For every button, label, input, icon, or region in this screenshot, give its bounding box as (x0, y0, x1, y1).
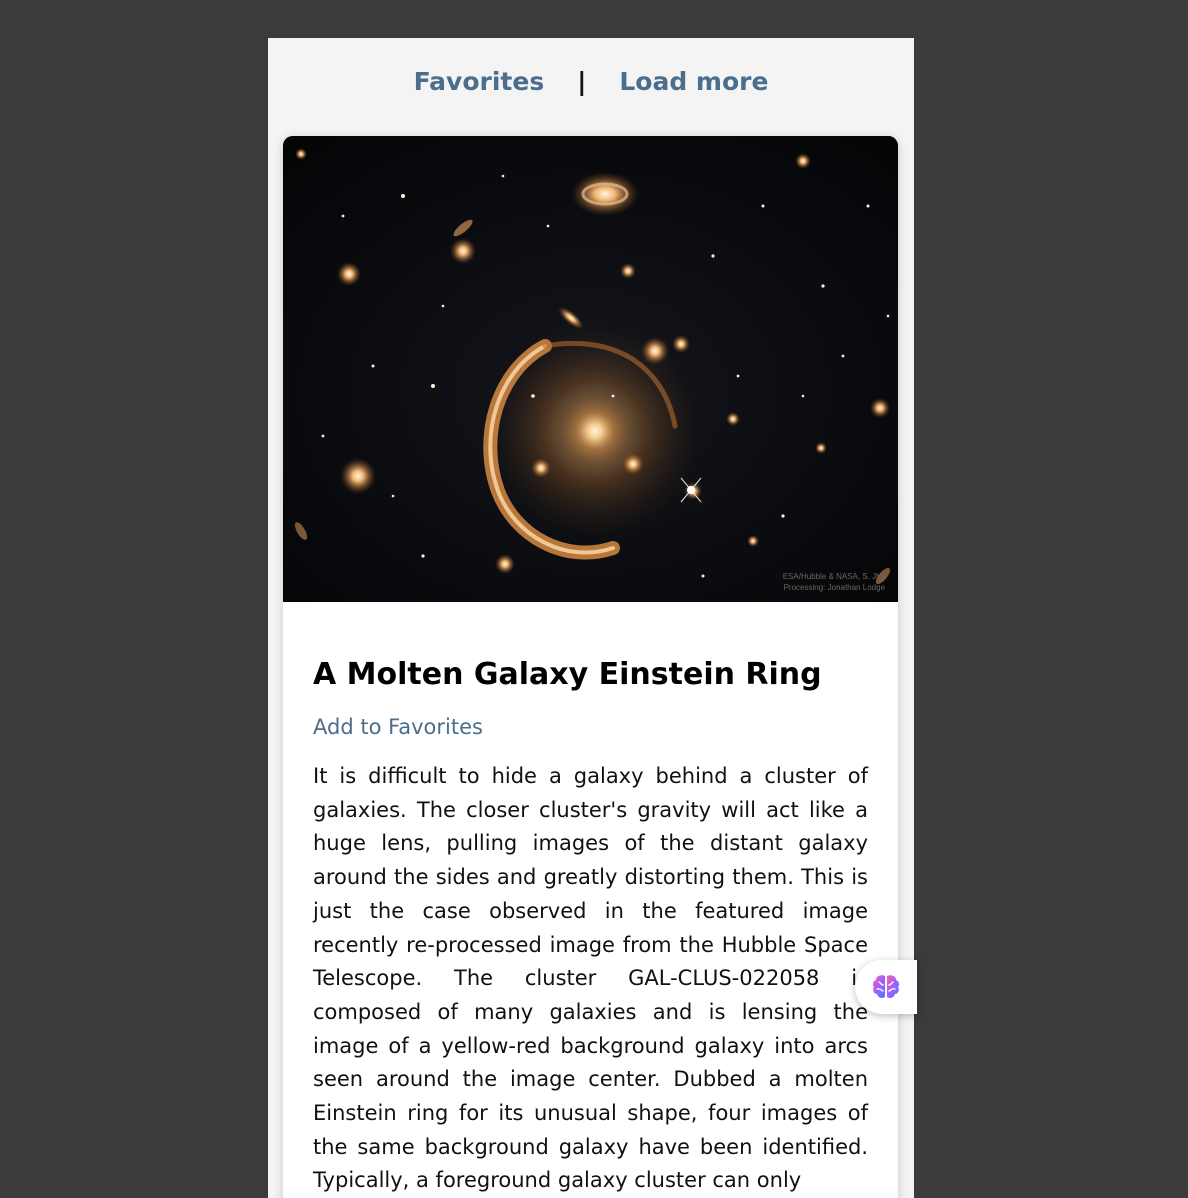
apod-title: A Molten Galaxy Einstein Ring (313, 657, 822, 692)
image-credit: ESA/Hubble & NASA, S. Jha Processing: Jo… (783, 571, 885, 593)
galaxy-cluster-image (283, 136, 898, 602)
nav-separator: | (577, 66, 587, 96)
apod-explanation: It is difficult to hide a galaxy behind … (313, 764, 868, 1193)
add-to-favorites-link[interactable]: Add to Favorites (313, 715, 483, 739)
favorites-link[interactable]: Favorites (414, 67, 545, 96)
image-credit-line-1: ESA/Hubble & NASA, S. Jha (782, 572, 885, 581)
load-more-link[interactable]: Load more (619, 67, 768, 96)
app-viewport: Favorites | Load more ESA/Hubble & NASA,… (268, 38, 914, 1198)
brain-widget-button[interactable] (855, 960, 917, 1014)
card-body: A Molten Galaxy Einstein Ring Add to Fav… (283, 657, 898, 1198)
image-credit-line-2: Processing: Jonathan Lodge (783, 583, 885, 592)
brain-icon (872, 975, 900, 998)
top-nav: Favorites | Load more (268, 38, 914, 124)
apod-image[interactable]: ESA/Hubble & NASA, S. Jha Processing: Jo… (283, 136, 898, 602)
apod-card: ESA/Hubble & NASA, S. Jha Processing: Jo… (283, 136, 898, 1198)
